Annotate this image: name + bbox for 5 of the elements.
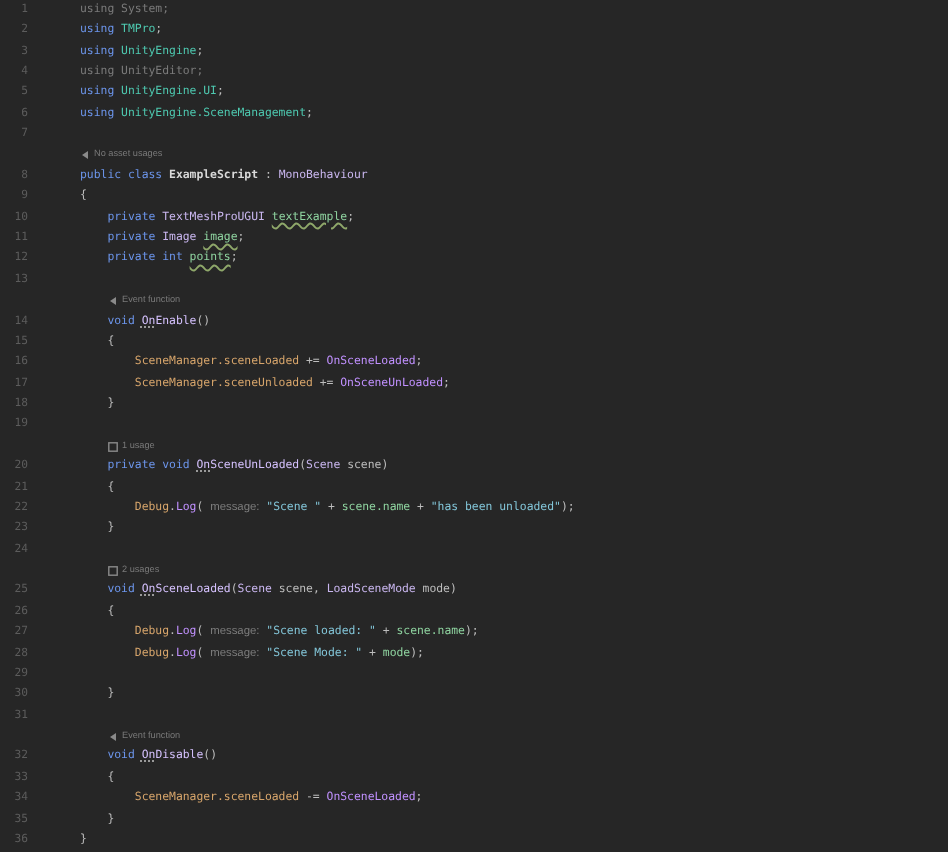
event-icon [80,150,90,161]
usage-icon [108,565,118,576]
event-icon [108,731,118,742]
event-icon [108,295,118,306]
usage-icon [108,441,118,452]
